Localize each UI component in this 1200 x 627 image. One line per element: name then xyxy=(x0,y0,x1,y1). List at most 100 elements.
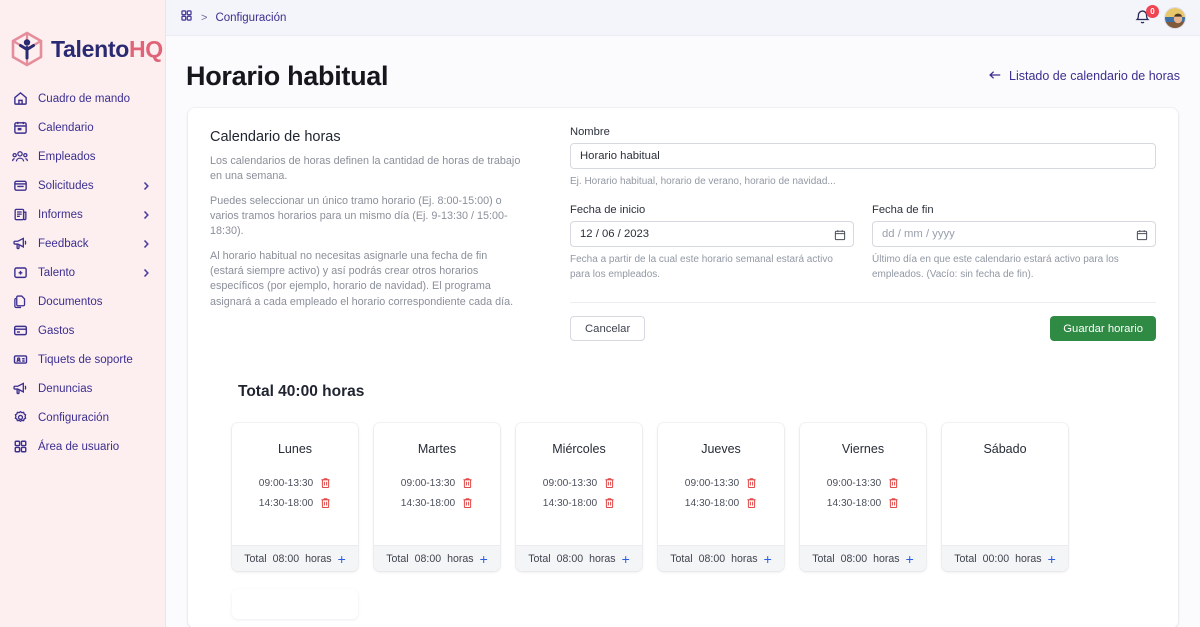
megaphone-icon xyxy=(11,235,29,253)
brand-logo[interactable]: TalentoHQ xyxy=(0,0,165,72)
schedule-form-card: Calendario de horas Los calendarios de h… xyxy=(188,108,1178,627)
calendar-picker-icon[interactable] xyxy=(834,228,846,240)
plus-icon[interactable]: + xyxy=(1048,552,1056,566)
day-name: Sábado xyxy=(942,423,1068,456)
home-icon xyxy=(11,90,29,108)
chevron-right-icon[interactable] xyxy=(141,238,151,250)
calendar-picker-icon[interactable] xyxy=(1136,228,1148,240)
chevron-right-icon[interactable] xyxy=(141,180,151,192)
description-paragraph: Al horario habitual no necesitas asignar… xyxy=(210,249,522,310)
day-name: Miércoles xyxy=(516,423,642,456)
day-slots xyxy=(942,456,1068,545)
form-actions: Cancelar Guardar horario xyxy=(570,316,1156,343)
folder-plus-icon xyxy=(11,264,29,282)
chevron-right-icon[interactable] xyxy=(141,267,151,279)
day-name: Martes xyxy=(374,423,500,456)
trash-icon[interactable] xyxy=(746,497,757,509)
name-field-help: Ej. Horario habitual, horario de verano,… xyxy=(570,174,1156,189)
brand-name-part2: HQ xyxy=(129,36,163,62)
sidebar: TalentoHQ Cuadro de mando Calendario Emp… xyxy=(0,0,166,627)
sidebar-nav: Cuadro de mando Calendario Empleados Sol… xyxy=(0,84,165,461)
sidebar-item-talento[interactable]: Talento xyxy=(0,258,165,287)
start-date-input-wrap: 12 / 06 / 2023 xyxy=(570,221,854,247)
time-slot-label: 14:30-18:00 xyxy=(259,498,313,509)
sidebar-item-label: Empleados xyxy=(38,151,96,163)
trash-icon[interactable] xyxy=(604,497,615,509)
sidebar-item-label: Feedback xyxy=(38,238,89,250)
topbar-actions: 0 xyxy=(1133,7,1186,29)
sidebar-item-cuadro-de-mando[interactable]: Cuadro de mando xyxy=(0,84,165,113)
sidebar-item-gastos[interactable]: Gastos xyxy=(0,316,165,345)
plus-icon[interactable]: + xyxy=(622,552,630,566)
trash-icon[interactable] xyxy=(462,497,473,509)
day-total-suffix: horas xyxy=(873,553,900,565)
time-slot-label: 09:00-13:30 xyxy=(259,478,313,489)
grid-icon[interactable] xyxy=(180,9,193,27)
chevron-right-icon[interactable] xyxy=(141,209,151,221)
trash-icon[interactable] xyxy=(604,477,615,489)
page-title: Horario habitual xyxy=(186,61,388,92)
ticket-icon xyxy=(11,351,29,369)
day-total-prefix: Total xyxy=(386,553,408,565)
time-slot-label: 14:30-18:00 xyxy=(685,498,739,509)
cancel-button[interactable]: Cancelar xyxy=(570,316,645,341)
sidebar-item-documentos[interactable]: Documentos xyxy=(0,287,165,316)
sidebar-item-denuncias[interactable]: Denuncias xyxy=(0,374,165,403)
breadcrumb-separator: > xyxy=(201,12,207,24)
sidebar-item-tiquets-de-soporte[interactable]: Tiquets de soporte xyxy=(0,345,165,374)
day-total-suffix: horas xyxy=(1015,553,1042,565)
trash-icon[interactable] xyxy=(888,477,899,489)
plus-icon[interactable]: + xyxy=(906,552,914,566)
day-card-martes: Martes 09:00-13:30 14:30-18:00 Total xyxy=(374,423,500,571)
trash-icon[interactable] xyxy=(888,497,899,509)
sidebar-item-empleados[interactable]: Empleados xyxy=(0,142,165,171)
end-date-input[interactable]: dd / mm / yyyy xyxy=(872,221,1156,247)
end-date-input-wrap: dd / mm / yyyy xyxy=(872,221,1156,247)
save-button[interactable]: Guardar horario xyxy=(1050,316,1156,341)
brand-name-part1: Talento xyxy=(51,36,129,62)
day-total-suffix: horas xyxy=(305,553,332,565)
time-slot: 14:30-18:00 xyxy=(232,493,358,513)
page-header: Horario habitual Listado de calendario d… xyxy=(166,36,1200,98)
day-total-prefix: Total xyxy=(528,553,550,565)
trash-icon[interactable] xyxy=(746,477,757,489)
sidebar-item-calendario[interactable]: Calendario xyxy=(0,113,165,142)
time-slot: 09:00-13:30 xyxy=(516,473,642,493)
breadcrumb: > Configuración xyxy=(180,9,286,27)
card-icon xyxy=(11,322,29,340)
megaphone-icon xyxy=(11,380,29,398)
plus-icon[interactable]: + xyxy=(764,552,772,566)
plus-icon[interactable]: + xyxy=(480,552,488,566)
trash-icon[interactable] xyxy=(320,497,331,509)
sidebar-item-feedback[interactable]: Feedback xyxy=(0,229,165,258)
name-input[interactable]: Horario habitual xyxy=(570,143,1156,169)
day-total-prefix: Total xyxy=(812,553,834,565)
sidebar-item-solicitudes[interactable]: Solicitudes xyxy=(0,171,165,200)
start-date-group: Fecha de inicio 12 / 06 / 2023 Fecha a p… xyxy=(570,204,854,282)
sidebar-item-label: Solicitudes xyxy=(38,180,94,192)
sidebar-item-area-de-usuario[interactable]: Área de usuario xyxy=(0,432,165,461)
plus-icon[interactable]: + xyxy=(338,552,346,566)
day-total-footer: Total 08:00 horas + xyxy=(658,545,784,571)
back-to-list-link[interactable]: Listado de calendario de horas xyxy=(988,69,1180,84)
sidebar-item-informes[interactable]: Informes xyxy=(0,200,165,229)
time-slot-label: 14:30-18:00 xyxy=(827,498,881,509)
start-date-input[interactable]: 12 / 06 / 2023 xyxy=(570,221,854,247)
breadcrumb-item-configuracion[interactable]: Configuración xyxy=(215,12,286,24)
trash-icon[interactable] xyxy=(462,477,473,489)
time-slot-label: 09:00-13:30 xyxy=(827,478,881,489)
topbar: > Configuración 0 xyxy=(166,0,1200,36)
day-name: Jueves xyxy=(658,423,784,456)
time-slot-label: 09:00-13:30 xyxy=(401,478,455,489)
time-slot: 09:00-13:30 xyxy=(658,473,784,493)
day-card-miercoles: Miércoles 09:00-13:30 14:30-18:00 Total xyxy=(516,423,642,571)
sidebar-item-label: Tiquets de soporte xyxy=(38,354,133,366)
sidebar-item-label: Informes xyxy=(38,209,83,221)
notifications-button[interactable]: 0 xyxy=(1133,8,1153,28)
time-slot-label: 14:30-18:00 xyxy=(401,498,455,509)
form-fields: Nombre Horario habitual Ej. Horario habi… xyxy=(570,126,1156,343)
sidebar-item-label: Calendario xyxy=(38,122,94,134)
trash-icon[interactable] xyxy=(320,477,331,489)
avatar[interactable] xyxy=(1164,7,1186,29)
sidebar-item-configuracion[interactable]: Configuración xyxy=(0,403,165,432)
